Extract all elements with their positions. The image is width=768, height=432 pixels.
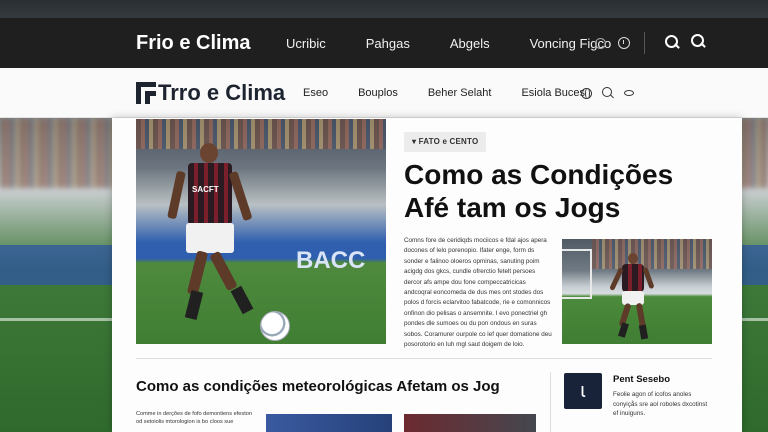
site-logo-icon[interactable] xyxy=(136,82,156,104)
status-dot-icon[interactable] xyxy=(595,37,606,49)
top-navigation-bar: Frio e Clima Ucribic Pahgas Abgels Vonci… xyxy=(0,18,768,68)
top-nav-item-pahgas[interactable]: Pahgas xyxy=(366,36,410,51)
sidebar-divider xyxy=(550,372,551,432)
section-headline[interactable]: Como as condições meteorológicas Afetam … xyxy=(136,378,500,395)
sidebar-title[interactable]: Pent Sesebo xyxy=(613,374,670,385)
caret-down-icon: ▾ xyxy=(412,137,419,146)
secondary-nav-menu: Eseo Bouplos Beher Selaht Esiola Buces xyxy=(303,87,585,99)
sidebar-app-icon[interactable]: ɩ xyxy=(564,373,602,409)
sidebar-text: Feolie agon of icofos anoles conyiçås sr… xyxy=(613,391,708,417)
related-article-thumbnail-1[interactable] xyxy=(266,414,392,432)
secondary-header: Trro e Clima Eseo Bouplos Beher Selaht E… xyxy=(0,68,768,118)
globe-icon[interactable] xyxy=(581,87,592,99)
thumbnail-player xyxy=(609,253,660,341)
secondary-nav-item-esiola-buces[interactable]: Esiola Buces xyxy=(521,87,585,99)
top-nav-item-abgels[interactable]: Abgels xyxy=(450,36,490,51)
secondary-nav-item-eseo[interactable]: Eseo xyxy=(303,87,328,99)
secondary-nav-item-beher-selaht[interactable]: Beher Selaht xyxy=(428,87,492,99)
search-icon[interactable] xyxy=(665,35,679,49)
thumbnail-goal xyxy=(562,249,592,299)
hero-advert-banner: BACC xyxy=(296,247,366,274)
category-tag-label: FATO e CENTO xyxy=(418,137,479,146)
category-tag[interactable]: ▾ FATO e CENTO xyxy=(404,132,487,152)
clock-icon[interactable] xyxy=(618,37,630,49)
chevron-icon[interactable] xyxy=(624,90,634,96)
secondary-icons xyxy=(581,87,634,99)
secondary-nav-item-bouplos[interactable]: Bouplos xyxy=(358,87,398,99)
article-page: BACC SACFT ▾ FATO e CENTO Como as Condiç… xyxy=(112,118,742,432)
brand-logo[interactable]: Frio e Clima xyxy=(136,32,250,55)
shirt-sponsor-text: SACFT xyxy=(192,185,219,194)
top-nav-item-ucribic[interactable]: Ucribic xyxy=(286,36,326,51)
top-icons xyxy=(595,37,630,49)
site-logo-text[interactable]: Trro e Clima xyxy=(158,80,285,106)
zoom-icon[interactable] xyxy=(691,34,705,48)
article-headline[interactable]: Como as Condições Afé tam os Jogs xyxy=(404,158,724,224)
search-icon[interactable] xyxy=(602,87,614,99)
hero-player: SACFT xyxy=(162,141,272,341)
hero-image[interactable]: BACC SACFT xyxy=(136,119,386,344)
section-divider xyxy=(136,358,712,359)
related-article-thumbnail-2[interactable] xyxy=(404,414,536,432)
top-bar-separator xyxy=(644,32,645,54)
article-thumbnail-image[interactable] xyxy=(562,239,712,344)
article-body-text: Comns fore de ceridiqds mociicos e fdal … xyxy=(404,237,552,349)
football xyxy=(260,311,290,341)
section-snippet-text: Comme in derções de fofo demontiens efes… xyxy=(136,411,252,425)
